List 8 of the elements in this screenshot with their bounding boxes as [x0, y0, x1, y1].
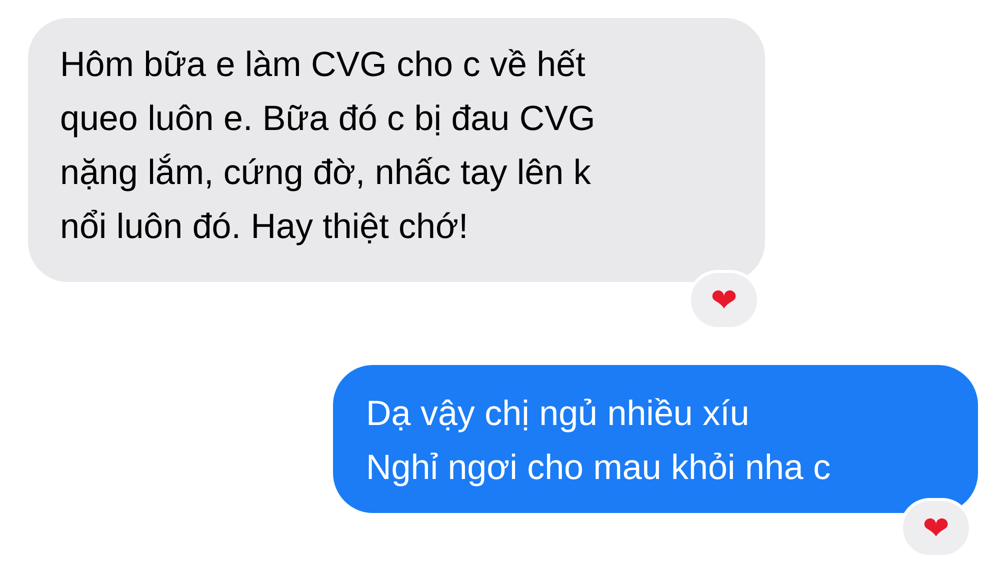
message-line: nổi luôn đó. Hay thiệt chớ! — [60, 206, 468, 248]
message-line: Dạ vậy chị ngủ nhiều xíu — [366, 393, 750, 435]
heart-reaction[interactable]: ❤ — [688, 270, 760, 330]
heart-reaction[interactable]: ❤ — [900, 498, 972, 558]
message-line: Nghỉ ngơi cho mau khỏi nha c — [366, 447, 831, 489]
message-line: queo luôn e. Bữa đó c bị đau CVG — [60, 98, 596, 140]
message-line: Hôm bữa e làm CVG cho c về hết — [60, 44, 586, 86]
message-line: nặng lắm, cứng đờ, nhấc tay lên k — [60, 152, 591, 194]
